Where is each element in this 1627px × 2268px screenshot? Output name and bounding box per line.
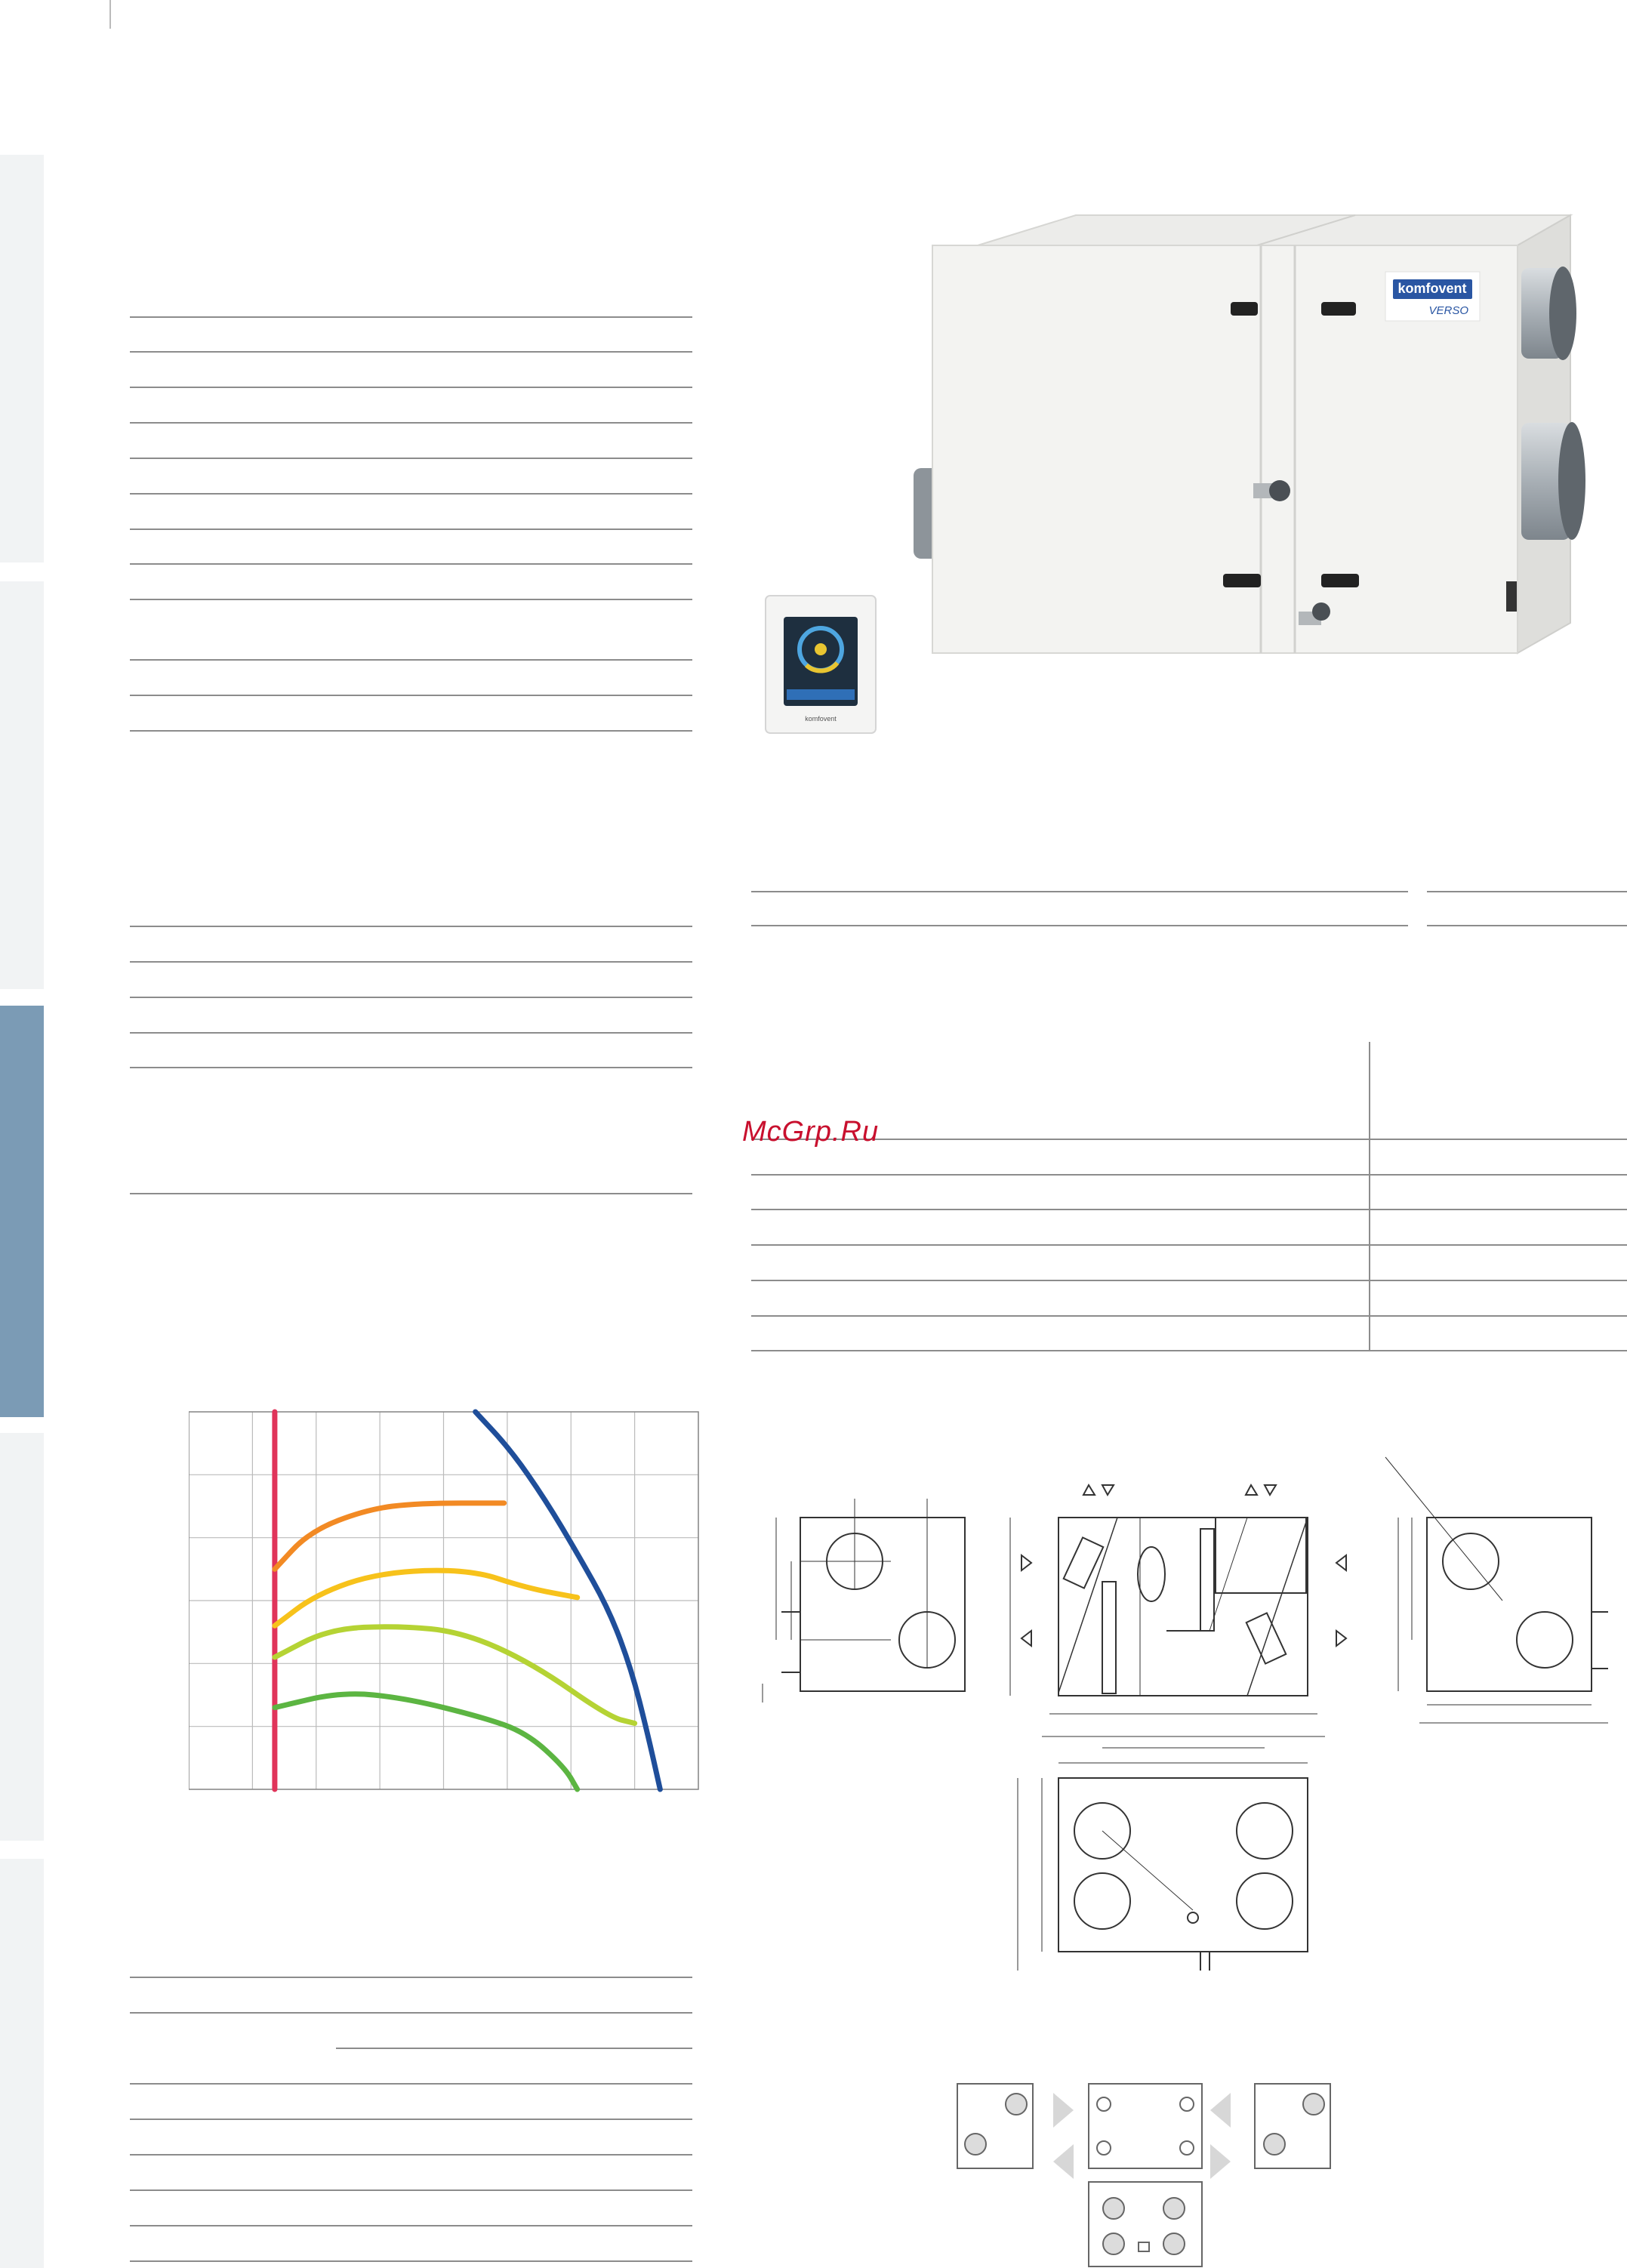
control-panel-image: komfovent — [765, 595, 877, 734]
side-tab-2[interactable] — [0, 581, 44, 989]
chart-series-line-4 — [272, 1691, 581, 1792]
side-tab-5[interactable] — [0, 1859, 44, 2268]
watermark: McGrp.Ru — [742, 1116, 880, 1148]
chart-series-line-2 — [272, 1567, 581, 1629]
chart-series-line-1 — [272, 1500, 507, 1572]
air-handling-unit-image: komfovent VERSO — [914, 214, 1585, 655]
side-tab-1[interactable] — [0, 155, 44, 562]
side-tab-active[interactable] — [0, 1006, 44, 1417]
front-section-view — [1009, 1483, 1348, 1737]
side-view-left — [762, 1499, 966, 1703]
panel-brand-label: komfovent — [805, 715, 837, 723]
configuration-views — [957, 2083, 1331, 2267]
model-label: VERSO — [1428, 304, 1468, 317]
side-tab-4[interactable] — [0, 1433, 44, 1841]
dimension-drawings — [762, 1456, 1608, 2267]
side-view-right — [1385, 1456, 1608, 1724]
performance-chart — [189, 1409, 699, 1792]
top-view — [1017, 1747, 1308, 1971]
top-left-mark — [109, 0, 111, 29]
brand-label: komfovent — [1397, 281, 1466, 296]
